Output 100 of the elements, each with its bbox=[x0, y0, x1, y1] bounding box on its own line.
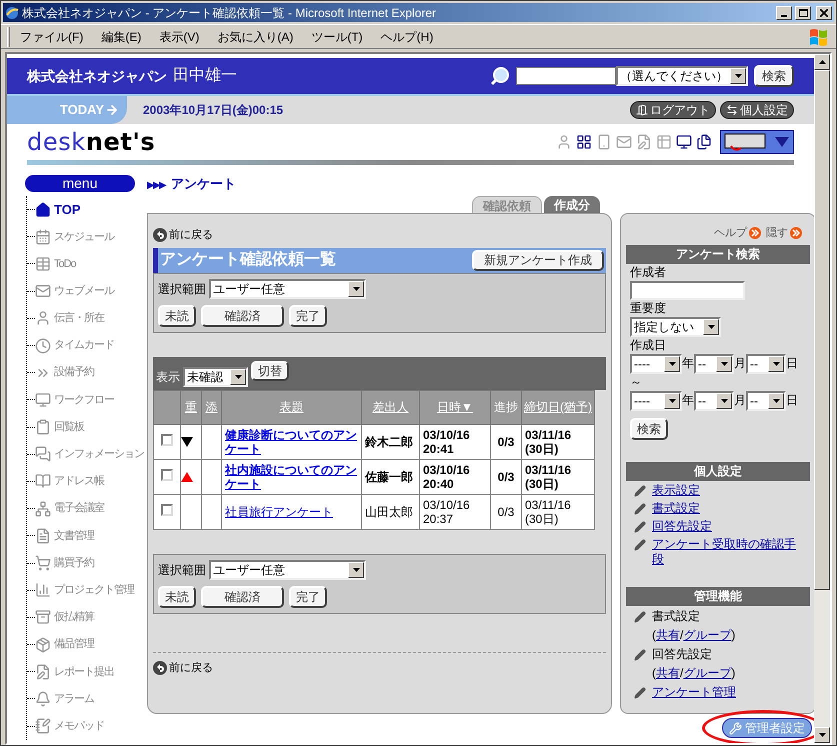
sidebar-item[interactable]: ToDo bbox=[54, 256, 76, 272]
sidebar-item[interactable]: ワークフロー bbox=[54, 392, 114, 408]
sidebar-item[interactable]: メモパッド bbox=[54, 718, 104, 734]
dropdown-button[interactable] bbox=[703, 318, 719, 334]
maximize-button[interactable] bbox=[795, 6, 811, 20]
tab[interactable]: 作成分 bbox=[544, 196, 600, 213]
window-switch-button[interactable] bbox=[720, 130, 794, 154]
sidebar-item[interactable]: 文書管理 bbox=[54, 528, 94, 544]
year-select[interactable]: ---- bbox=[630, 390, 682, 410]
caret-icon bbox=[352, 568, 360, 572]
dropdown-button[interactable] bbox=[664, 392, 680, 408]
back-link[interactable]: 前に戻る bbox=[169, 227, 213, 244]
scope-label: 選択範囲 bbox=[158, 280, 206, 298]
grid-icon[interactable] bbox=[576, 134, 592, 150]
header-cell bbox=[154, 390, 180, 424]
caret-icon bbox=[668, 398, 676, 402]
scope-select[interactable]: ユーザー任意 bbox=[209, 560, 366, 580]
sidebar-item[interactable]: 設備予約 bbox=[54, 364, 94, 381]
sidebar-item[interactable]: 伝言・所在 bbox=[54, 310, 104, 327]
sidebar-item[interactable]: 備品管理 bbox=[54, 636, 94, 653]
sidebar-item[interactable]: インフォメーション bbox=[54, 446, 144, 463]
menu-item[interactable]: お気に入り(A) bbox=[217, 28, 294, 46]
settings-link[interactable]: 表示設定 bbox=[652, 482, 700, 498]
progress-cell: 0/3 bbox=[490, 459, 522, 494]
sidebar-item[interactable]: タイムカード bbox=[54, 337, 114, 354]
double-arrow-icon bbox=[726, 104, 738, 116]
filter-select[interactable]: 未確認 bbox=[183, 367, 248, 387]
dropdown-button[interactable] bbox=[230, 369, 246, 385]
menu-item[interactable]: 編集(E) bbox=[101, 28, 142, 46]
minimize-button[interactable] bbox=[776, 6, 792, 20]
sidebar-item[interactable]: プロジェクト管理 bbox=[54, 582, 134, 598]
menu-item[interactable]: ツール(T) bbox=[311, 28, 363, 46]
dropdown-button[interactable] bbox=[768, 392, 784, 408]
search-category-select[interactable]: （選んでください） bbox=[616, 66, 748, 86]
row-checkbox[interactable] bbox=[161, 468, 173, 480]
sidebar-item[interactable]: 購買予約 bbox=[54, 554, 94, 572]
sender-cell: 鈴木二郎 bbox=[362, 424, 420, 459]
action-button[interactable]: 未読 bbox=[158, 304, 196, 326]
year-select[interactable]: ---- bbox=[630, 354, 682, 374]
author-field[interactable] bbox=[630, 280, 745, 300]
settings-link[interactable]: 書式設定 bbox=[652, 500, 700, 516]
action-button[interactable]: 確認済 bbox=[201, 586, 284, 608]
help-link[interactable]: ヘルプ bbox=[714, 225, 747, 242]
search-field[interactable] bbox=[516, 67, 616, 85]
sidebar-item[interactable]: レポート提出 bbox=[54, 664, 114, 680]
action-button[interactable]: 未読 bbox=[158, 586, 196, 608]
row-checkbox[interactable] bbox=[161, 434, 173, 446]
personal-settings-button[interactable]: 個人設定 bbox=[720, 101, 794, 119]
sidebar-item[interactable]: 仮払精算 bbox=[54, 609, 94, 626]
month-select[interactable]: -- bbox=[694, 390, 734, 410]
scope-select[interactable]: ユーザー任意 bbox=[209, 278, 366, 298]
menu-item[interactable]: ヘルプ(H) bbox=[380, 28, 434, 46]
importance-select[interactable]: 指定しない bbox=[630, 316, 721, 336]
month-select[interactable]: -- bbox=[694, 354, 734, 374]
sidebar-item[interactable]: TOP bbox=[54, 200, 80, 220]
action-button[interactable]: 完了 bbox=[289, 304, 327, 326]
new-survey-button[interactable]: 新規アンケート作成 bbox=[472, 250, 604, 270]
dropdown-button[interactable] bbox=[730, 68, 746, 84]
sidebar-item[interactable]: 電子会議室 bbox=[54, 500, 104, 517]
search-button[interactable]: 検索 bbox=[754, 65, 794, 87]
scope-link[interactable]: グループ bbox=[683, 666, 732, 680]
sidebar-item[interactable]: アドレス帳 bbox=[54, 473, 104, 490]
caret-icon bbox=[772, 362, 780, 366]
day-select[interactable]: -- bbox=[746, 390, 786, 410]
dropdown-button[interactable] bbox=[716, 392, 732, 408]
double-chevron-icon bbox=[749, 227, 761, 240]
scope-link[interactable]: 共有 bbox=[656, 628, 680, 642]
menu-item[interactable]: ファイル(F) bbox=[20, 28, 84, 46]
documents-icon[interactable] bbox=[696, 134, 712, 150]
dropdown-button[interactable] bbox=[716, 356, 732, 372]
action-button[interactable]: 完了 bbox=[289, 586, 327, 608]
sidebar-item[interactable]: スケジュール bbox=[54, 228, 114, 246]
monitor-icon[interactable] bbox=[676, 134, 692, 150]
dropdown-button[interactable] bbox=[348, 562, 364, 578]
action-button[interactable]: 確認済 bbox=[201, 304, 284, 326]
scrollbar[interactable] bbox=[814, 54, 830, 743]
back-link[interactable]: 前に戻る bbox=[169, 660, 213, 676]
admin-item-label: 回答先設定 bbox=[652, 646, 712, 662]
row-checkbox[interactable] bbox=[161, 504, 173, 516]
sidebar-item[interactable]: アラーム bbox=[54, 690, 94, 708]
settings-link[interactable]: 回答先設定 bbox=[652, 518, 712, 534]
chat-bubbles-icon bbox=[35, 446, 51, 462]
dropdown-button[interactable] bbox=[768, 356, 784, 372]
scope-link[interactable]: グループ bbox=[683, 628, 732, 642]
search-button[interactable]: 検索 bbox=[630, 418, 668, 440]
menu-item[interactable]: 表示(V) bbox=[159, 28, 200, 46]
caret-icon bbox=[234, 375, 242, 379]
sidebar-item[interactable]: ウェブメール bbox=[54, 282, 114, 300]
admin-link[interactable]: アンケート管理 bbox=[652, 684, 736, 700]
settings-link[interactable]: アンケート受取時の確認手段 bbox=[652, 536, 802, 566]
dropdown-button[interactable] bbox=[348, 280, 364, 296]
switch-button[interactable]: 切替 bbox=[251, 361, 289, 381]
scope-link[interactable]: 共有 bbox=[656, 666, 680, 680]
sidebar-item[interactable]: 回覧板 bbox=[54, 418, 84, 436]
dropdown-button[interactable] bbox=[664, 356, 680, 372]
day-select[interactable]: -- bbox=[746, 354, 786, 374]
hide-link[interactable]: 隠す bbox=[766, 225, 788, 242]
logout-button[interactable]: ログアウト bbox=[630, 101, 716, 119]
close-button[interactable] bbox=[816, 6, 832, 20]
document-icon bbox=[35, 528, 51, 544]
